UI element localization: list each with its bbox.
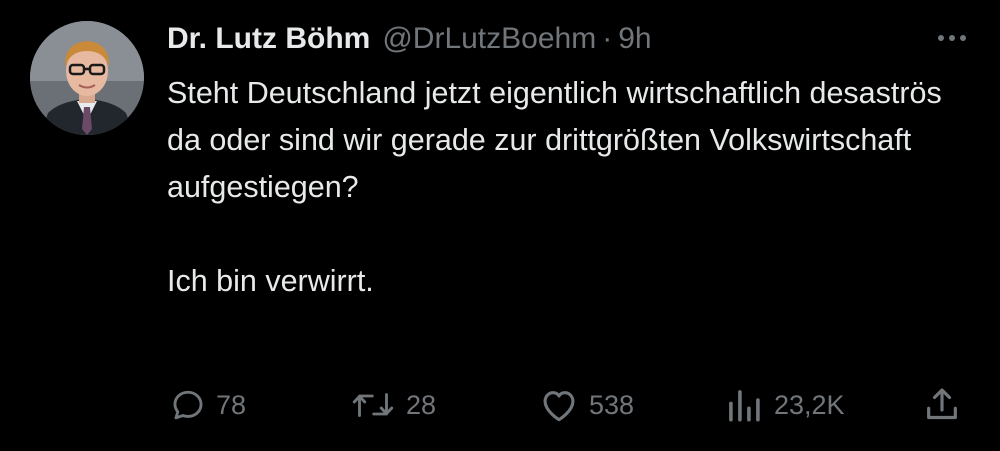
more-options-button[interactable] (932, 26, 972, 50)
more-dots-icon (938, 35, 944, 41)
reply-count: 78 (216, 389, 247, 420)
share-button[interactable] (922, 383, 962, 427)
analytics-bars-icon (729, 390, 760, 422)
tweet-text: Steht Deutschland jetzt eigentlich wirts… (167, 70, 947, 305)
author-avatar[interactable] (30, 21, 144, 135)
author-name[interactable]: Dr. Lutz Böhm (167, 20, 370, 58)
share-upload-icon (927, 388, 957, 420)
like-button[interactable]: 538 (539, 383, 634, 427)
like-count: 538 (589, 389, 635, 420)
tweet-header: Dr. Lutz Böhm @DrLutzBoehm · 9h (167, 20, 880, 58)
repost-icon (352, 393, 394, 417)
heart-icon (543, 391, 575, 422)
reply-button[interactable]: 78 (170, 383, 246, 427)
reply-bubble-icon (173, 390, 203, 420)
repost-button[interactable]: 28 (350, 383, 436, 427)
author-handle[interactable]: @DrLutzBoehm (382, 20, 596, 58)
views-button[interactable]: 23,2K (724, 383, 845, 427)
repost-count: 28 (406, 389, 437, 420)
views-count: 23,2K (774, 389, 845, 420)
tweet-paragraph-2: Ich bin verwirrt. (167, 264, 374, 298)
profile-photo-icon (30, 21, 144, 135)
tweet-timestamp[interactable]: 9h (618, 20, 651, 58)
tweet-action-bar: 78 28 538 23,2K (0, 383, 1000, 427)
tweet-paragraph-1: Steht Deutschland jetzt eigentlich wirts… (167, 76, 942, 204)
tweet-card[interactable]: Dr. Lutz Böhm @DrLutzBoehm · 9h Steht De… (0, 0, 1000, 451)
separator-dot: · (602, 22, 613, 55)
